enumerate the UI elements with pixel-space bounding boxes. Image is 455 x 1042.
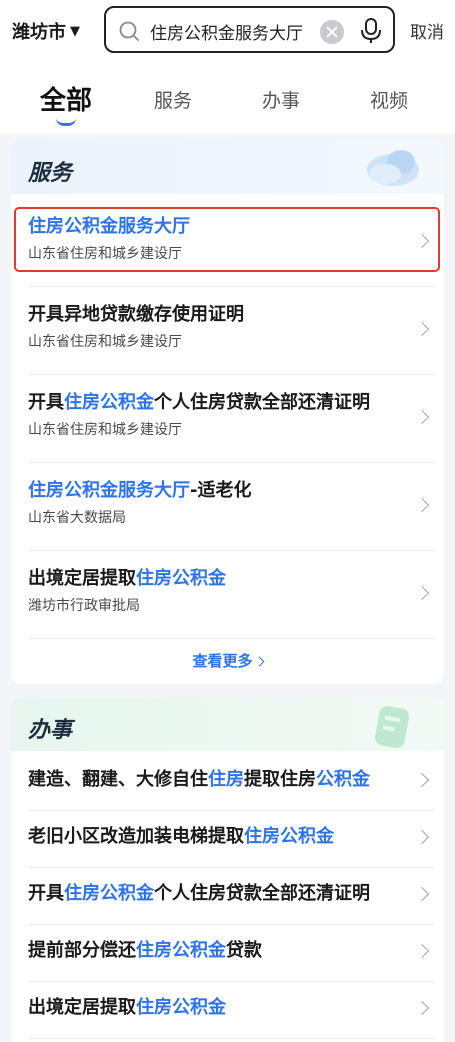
tab-bar: 全部 服务 办事 视频	[0, 62, 455, 134]
chevron-right-icon	[414, 409, 430, 425]
title-text: -适老化	[190, 480, 252, 501]
title-text: 提前部分偿还	[28, 940, 136, 961]
top-bar: 潍坊市 ▼ 住房公积金服务大厅 取消	[0, 0, 455, 62]
keyword-highlight: 住房公积金	[136, 940, 226, 961]
services-card: 服务 住房公积金服务大厅 山东省住房和城乡建设厅 开具异地贷款缴存使用证明 山东省住房…	[11, 140, 444, 684]
chevron-right-icon	[414, 321, 430, 337]
title-text: 个人住房贷款全部还清证明	[154, 392, 370, 413]
city-label: 潍坊市	[12, 22, 66, 43]
triangle-down-icon: ▼	[70, 23, 80, 39]
view-more-link[interactable]: 查看更多	[11, 650, 444, 671]
item-source: 山东省大数据局	[28, 510, 126, 526]
service-item[interactable]: 出境定居提取住房公积金潍坊市行政审批局	[11, 550, 444, 638]
chevron-right-icon	[254, 656, 264, 667]
title-text: 建造、翻建、大修自住	[28, 769, 208, 790]
tab-active-indicator	[56, 118, 76, 126]
item-source: 潍坊市行政审批局	[28, 598, 140, 614]
title-text: 个人住房贷款全部还清证明	[154, 883, 370, 904]
title-text: 出境定居提取	[28, 568, 136, 589]
keyword-highlight: 住房公积金	[244, 826, 334, 847]
affair-item[interactable]: 开具住房公积金个人住房贷款全部还清证明	[11, 867, 444, 924]
item-title: 开具住房公积金个人住房贷款全部还清证明	[28, 879, 370, 905]
title-text: 出境定居提取	[28, 997, 136, 1018]
keyword-highlight: 住房公积金	[64, 392, 154, 413]
chevron-right-icon	[414, 943, 430, 959]
keyword-highlight: 住房公积金服务大厅	[28, 480, 190, 501]
item-title: 住房公积金服务大厅	[28, 212, 190, 238]
chevron-right-icon	[414, 772, 430, 788]
chevron-right-icon	[414, 1000, 430, 1016]
chevron-right-icon	[414, 886, 430, 902]
affairs-header: 办事	[11, 697, 444, 751]
service-item[interactable]: 开具住房公积金个人住房贷款全部还清证明山东省住房和城乡建设厅	[11, 374, 444, 462]
chevron-right-icon	[414, 233, 430, 249]
title-text: 开具	[28, 883, 64, 904]
search-box[interactable]: 住房公积金服务大厅	[104, 6, 395, 53]
microphone-icon[interactable]	[360, 17, 382, 45]
keyword-highlight: 公积金	[316, 769, 370, 790]
search-icon	[119, 21, 139, 41]
item-title: 建造、翻建、大修自住住房提取住房公积金	[28, 765, 370, 791]
keyword-highlight: 住房公积金	[64, 883, 154, 904]
item-source: 山东省住房和城乡建设厅	[28, 246, 182, 262]
item-title: 开具住房公积金个人住房贷款全部还清证明	[28, 388, 370, 414]
item-source: 山东省住房和城乡建设厅	[28, 334, 182, 350]
item-title: 出境定居提取住房公积金	[28, 993, 226, 1019]
item-title: 出境定居提取住房公积金	[28, 564, 226, 590]
divider	[28, 638, 434, 639]
service-item[interactable]: 住房公积金服务大厅-适老化山东省大数据局	[11, 462, 444, 550]
item-title: 开具异地贷款缴存使用证明	[28, 300, 244, 326]
keyword-highlight: 住房	[208, 769, 244, 790]
chevron-right-icon	[414, 829, 430, 845]
title-text: 开具异地贷款缴存使用证明	[28, 304, 244, 325]
city-selector[interactable]: 潍坊市 ▼	[12, 18, 80, 44]
affair-item[interactable]: 建造、翻建、大修自住住房提取住房公积金	[11, 753, 444, 810]
item-title: 老旧小区改造加装电梯提取住房公积金	[28, 822, 334, 848]
keyword-highlight: 住房公积金服务大厅	[28, 216, 190, 237]
affair-item[interactable]: 出境定居提取住房公积金	[11, 981, 444, 1038]
tab-services[interactable]: 服务	[154, 86, 192, 113]
keyword-highlight: 住房公积金	[136, 568, 226, 589]
service-item[interactable]: 住房公积金服务大厅山东省住房和城乡建设厅	[11, 198, 444, 286]
cancel-button[interactable]: 取消	[410, 18, 444, 43]
title-text: 老旧小区改造加装电梯提取	[28, 826, 244, 847]
tab-all[interactable]: 全部	[40, 80, 92, 117]
clear-icon[interactable]	[320, 20, 344, 44]
tab-affairs[interactable]: 办事	[262, 86, 300, 113]
affair-item[interactable]: 提前部分偿还住房公积金贷款	[11, 924, 444, 981]
affair-item[interactable]: 老旧小区改造加装电梯提取住房公积金	[11, 810, 444, 867]
cloud-icon	[367, 150, 419, 186]
chevron-right-icon	[414, 497, 430, 513]
document-icon	[375, 705, 409, 749]
affairs-card: 办事 建造、翻建、大修自住住房提取住房公积金 老旧小区改造加装电梯提取住房公积金开…	[11, 697, 444, 1042]
chevron-right-icon	[414, 585, 430, 601]
services-header: 服务	[11, 140, 444, 194]
tab-videos[interactable]: 视频	[370, 86, 408, 113]
item-title: 提前部分偿还住房公积金贷款	[28, 936, 262, 962]
service-item[interactable]: 开具异地贷款缴存使用证明山东省住房和城乡建设厅	[11, 286, 444, 374]
item-source: 山东省住房和城乡建设厅	[28, 422, 182, 438]
title-text: 贷款	[226, 940, 262, 961]
search-input[interactable]: 住房公积金服务大厅	[150, 19, 303, 44]
item-title: 住房公积金服务大厅-适老化	[28, 476, 251, 502]
affairs-title: 办事	[28, 718, 73, 743]
title-text: 提取住房	[244, 769, 316, 790]
divider	[28, 1038, 434, 1039]
title-text: 开具	[28, 392, 64, 413]
services-title: 服务	[28, 161, 73, 186]
view-more-label: 查看更多	[192, 652, 253, 670]
keyword-highlight: 住房公积金	[136, 997, 226, 1018]
